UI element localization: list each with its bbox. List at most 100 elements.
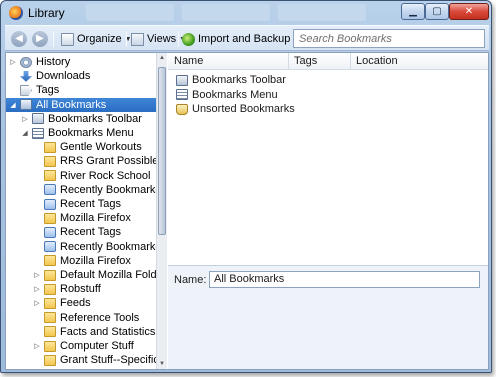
scrollbar-thumb[interactable]: [158, 67, 166, 235]
sidebar-item[interactable]: RRS Grant Possibles: [33, 154, 156, 168]
sidebar-item[interactable]: ▷ Computer Stuff: [33, 339, 134, 353]
expander-arrow-icon[interactable]: ◢: [9, 101, 17, 109]
expander-arrow-icon[interactable]: ▷: [9, 58, 17, 66]
search-input[interactable]: Search Bookmarks: [293, 29, 485, 48]
sidebar-item[interactable]: Recent Tags: [33, 225, 121, 239]
details-pane: Name: All Bookmarks: [168, 265, 488, 369]
organize-button[interactable]: Organize ▼: [61, 31, 132, 47]
bookmarks-pane: Name Tags Location Bookmarks Toolbar Book…: [168, 53, 488, 369]
folder-icon: [44, 255, 56, 267]
sidebar-item[interactable]: Mozilla Firefox: [33, 254, 131, 268]
toolbar-separator: [53, 31, 54, 47]
maximize-button[interactable]: ▢: [425, 3, 449, 20]
sidebar-item[interactable]: Recently Bookmarked: [33, 183, 156, 197]
sidebar-item[interactable]: Grant Stuff--Specific: [33, 353, 156, 367]
sidebar-item-label: Facts and Statistics: [60, 325, 156, 338]
expander-arrow-icon[interactable]: ▷: [33, 271, 41, 279]
sidebar-item[interactable]: Gentle Workouts: [33, 140, 142, 154]
import-backup-button[interactable]: Import and Backup ▼: [182, 31, 300, 47]
firefox-icon: [9, 6, 23, 20]
bookmarks-menu-icon: [32, 127, 44, 139]
background-tabs: [86, 4, 366, 21]
column-header-location[interactable]: Location: [356, 55, 398, 67]
sidebar-item[interactable]: ▷ Feeds: [33, 296, 90, 310]
name-field[interactable]: All Bookmarks: [209, 271, 480, 288]
folder-icon: [44, 283, 56, 295]
title-bar[interactable]: Library ▁ ▢ ✕: [1, 1, 491, 25]
sidebar-item[interactable]: River Rock School: [33, 169, 150, 183]
sidebar-item[interactable]: ▷ Default Mozilla Folders: [33, 268, 156, 282]
import-backup-label: Import and Backup: [198, 33, 291, 45]
sidebar-item-label: Tags: [36, 84, 60, 97]
close-button[interactable]: ✕: [449, 3, 489, 20]
column-headers: Name Tags Location: [168, 53, 488, 70]
sidebar-item[interactable]: Recent Tags: [33, 197, 121, 211]
import-icon: [182, 32, 195, 46]
expander-arrow-icon[interactable]: ▷: [21, 115, 29, 123]
sidebar-item[interactable]: ▷ Bookmarks Toolbar: [21, 112, 142, 126]
sidebar-item-label: Recently Bookmarked: [60, 183, 156, 196]
sidebar-item-label: Mozilla Firefox: [60, 212, 131, 225]
sidebar-item[interactable]: Downloads: [9, 69, 90, 83]
background-tab: [86, 4, 174, 21]
bookmark-row[interactable]: Unsorted Bookmarks: [176, 102, 295, 116]
sidebar-item[interactable]: Reference Tools: [33, 311, 139, 325]
sidebar-item-label: Downloads: [36, 70, 91, 83]
arrow-left-icon: ◀: [15, 33, 23, 44]
folder-icon: [44, 269, 56, 281]
bookmark-row-name: Unsorted Bookmarks: [192, 103, 295, 115]
sidebar-item[interactable]: Mozilla Firefox: [33, 211, 131, 225]
bookmark-row-name: Bookmarks Toolbar: [192, 74, 286, 86]
sidebar-item-label: Grant Stuff--Specific: [60, 354, 156, 367]
column-header-tags[interactable]: Tags: [294, 55, 317, 67]
sidebar-item[interactable]: Tags: [9, 83, 59, 97]
bookmarks-toolbar-icon: [176, 74, 188, 86]
forward-button[interactable]: ▶: [32, 31, 48, 47]
bookmark-row[interactable]: Bookmarks Toolbar: [176, 73, 286, 87]
bookmark-row-name: Bookmarks Menu: [192, 88, 278, 101]
unsorted-bookmarks-icon: [176, 103, 188, 115]
sidebar-item-label: History: [36, 56, 71, 68]
sidebar-tree[interactable]: ▷ History Downloads Tags ◢ All Bookmarks ▷ Book…: [6, 53, 156, 369]
tags-icon: [20, 84, 32, 96]
scroll-down-arrow-icon[interactable]: ▼: [157, 359, 167, 369]
sidebar-item-label: Computer Stuff: [60, 340, 134, 352]
column-header-name[interactable]: Name: [174, 55, 203, 67]
folder-icon: [44, 155, 56, 167]
expander-arrow-icon[interactable]: ◢: [21, 129, 29, 137]
toolbar-separator: [126, 31, 127, 47]
smart-query-icon: [44, 198, 56, 210]
smart-query-icon: [44, 226, 56, 238]
library-content: ▷ History Downloads Tags ◢ All Bookmarks ▷ Book…: [5, 52, 489, 370]
folder-icon: [44, 212, 56, 224]
back-button[interactable]: ◀: [11, 31, 27, 47]
sidebar-item[interactable]: ▷ History: [9, 55, 70, 69]
sidebar-item[interactable]: Recently Bookmarked: [33, 240, 156, 254]
bookmarks-menu-icon: [176, 89, 188, 100]
sidebar-item-label: Gentle Workouts: [60, 141, 142, 154]
background-tab: [278, 4, 366, 21]
sidebar-item-label: Recent Tags: [60, 226, 121, 239]
column-divider[interactable]: [350, 53, 351, 70]
bookmark-row[interactable]: Bookmarks Menu: [176, 88, 278, 102]
sidebar-item[interactable]: ◢ Bookmarks Menu: [21, 126, 133, 140]
sidebar-item[interactable]: ◢ All Bookmarks: [6, 97, 156, 112]
sidebar-scrollbar[interactable]: ▲ ▼: [156, 53, 167, 369]
sidebar-item-label: All Bookmarks: [36, 98, 107, 111]
expander-arrow-icon[interactable]: ▷: [33, 342, 41, 350]
downloads-icon: [20, 70, 32, 82]
sidebar-item[interactable]: Facts and Statistics: [33, 325, 155, 339]
sidebar-item[interactable]: ▷ Robstuff: [33, 282, 100, 296]
sidebar-item-label: Default Mozilla Folders: [60, 269, 156, 281]
minimize-button[interactable]: ▁: [401, 3, 425, 20]
folder-icon: [44, 141, 56, 153]
expander-arrow-icon[interactable]: ▷: [33, 285, 41, 293]
sidebar-item-label: RRS Grant Possibles: [60, 155, 156, 168]
expander-arrow-icon[interactable]: ▷: [33, 299, 41, 307]
sidebar-item-label: Recently Bookmarked: [60, 240, 156, 253]
sidebar-item-label: Bookmarks Toolbar: [48, 112, 142, 125]
window-title: Library: [28, 6, 65, 20]
folder-icon: [44, 354, 56, 366]
column-divider[interactable]: [288, 53, 289, 70]
scroll-up-arrow-icon[interactable]: ▲: [157, 53, 167, 63]
